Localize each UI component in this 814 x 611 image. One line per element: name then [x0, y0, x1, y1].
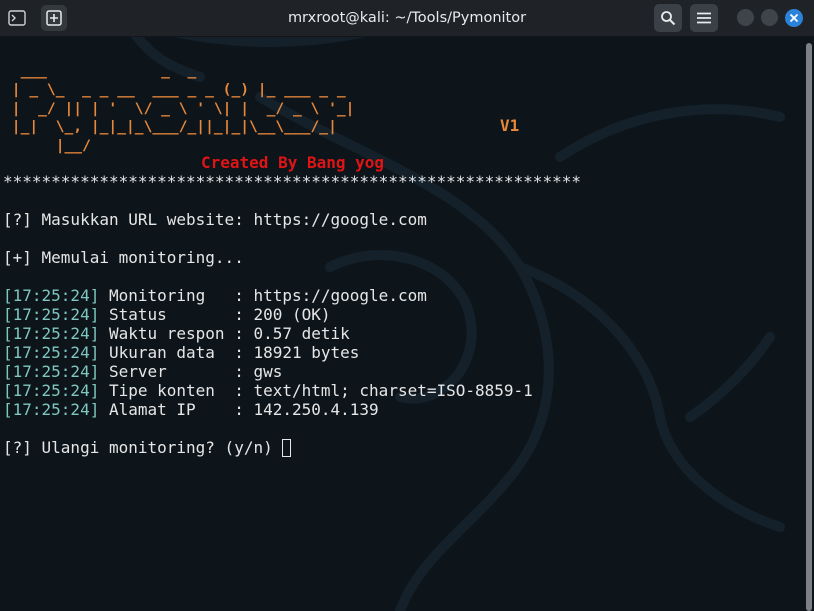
- title-bar: mrxroot@kali: ~/Tools/Pymonitor: [0, 0, 814, 37]
- banner-line: | _/ || | ' \/ _ \ ' \| | _/ _ \ '_|: [3, 100, 355, 117]
- maximize-icon[interactable]: [761, 9, 778, 26]
- log-line: [17:25:24] Ukuran data : 18921 bytes: [3, 343, 359, 362]
- terminal-output[interactable]: ___ _ _ | _ \_ _ _ __ ___ _ _ (_) |_ ___…: [0, 37, 805, 611]
- log-timestamp: [17:25:24]: [3, 324, 100, 343]
- log-text: Server : gws: [99, 362, 283, 381]
- log-line: [17:25:24] Alamat IP : 142.250.4.139: [3, 400, 379, 419]
- menu-icon[interactable]: [690, 4, 718, 32]
- banner-line: | _ \_ _ _ __ ___ _ _ (_) |_ ___ _ _: [3, 81, 346, 98]
- log-text: Alamat IP : 142.250.4.139: [99, 400, 379, 419]
- log-line: [17:25:24] Status : 200 (OK): [3, 305, 331, 324]
- log-timestamp: [17:25:24]: [3, 381, 100, 400]
- log-line: [17:25:24] Server : gws: [3, 362, 282, 381]
- credit-text: Created By Bang yog: [201, 153, 385, 172]
- text-cursor[interactable]: [282, 439, 292, 457]
- close-icon[interactable]: [785, 9, 803, 27]
- repeat-prompt-line[interactable]: [?] Ulangi monitoring? (y/n): [3, 438, 292, 457]
- scrollbar-thumb[interactable]: [806, 43, 812, 611]
- search-icon[interactable]: [654, 4, 682, 32]
- log-line: [17:25:24] Tipe konten : text/html; char…: [3, 381, 533, 400]
- start-message-line: [+] Memulai monitoring...: [3, 248, 244, 267]
- log-timestamp: [17:25:24]: [3, 305, 100, 324]
- log-line: [17:25:24] Waktu respon : 0.57 detik: [3, 324, 350, 343]
- separator-line: ****************************************…: [3, 172, 581, 191]
- log-text: Waktu respon : 0.57 detik: [99, 324, 350, 343]
- minimize-icon[interactable]: [737, 9, 754, 26]
- log-text: Monitoring : https://google.com: [99, 286, 427, 305]
- log-timestamp: [17:25:24]: [3, 286, 100, 305]
- log-text: Tipe konten : text/html; charset=ISO-885…: [99, 381, 533, 400]
- version-label: V1: [500, 116, 520, 135]
- log-timestamp: [17:25:24]: [3, 362, 100, 381]
- log-line: [17:25:24] Monitoring : https://google.c…: [3, 286, 427, 305]
- log-text: Ukuran data : 18921 bytes: [99, 343, 360, 362]
- url-prompt-line: [?] Masukkan URL website: https://google…: [3, 210, 427, 229]
- banner-line: ___ _ _: [3, 62, 197, 79]
- log-text: Status : 200 (OK): [99, 305, 331, 324]
- log-timestamp: [17:25:24]: [3, 400, 100, 419]
- scrollbar[interactable]: [805, 37, 814, 611]
- banner-line: |_| \_, |_|_|_\___/_||_|_|\__\___/_|: [3, 118, 337, 135]
- repeat-prompt-text: [?] Ulangi monitoring? (y/n): [3, 438, 283, 457]
- banner-line: |__/: [3, 137, 91, 154]
- log-timestamp: [17:25:24]: [3, 343, 100, 362]
